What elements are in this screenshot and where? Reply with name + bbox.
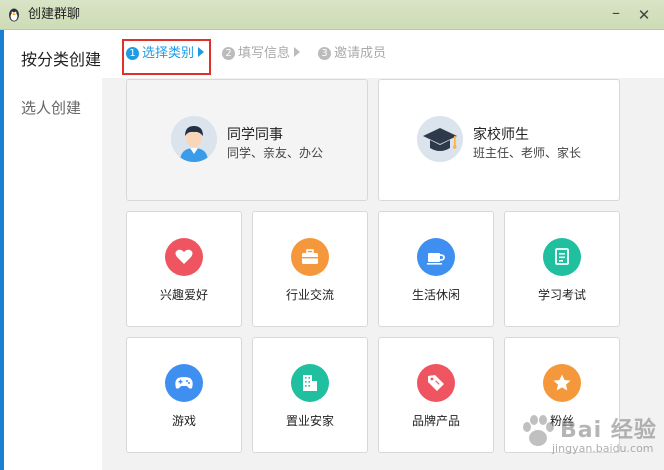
window-title: 创建群聊 bbox=[28, 7, 81, 22]
category-card-school[interactable]: 家校师生 班主任、老师、家长 bbox=[378, 79, 620, 201]
coffee-cup-icon bbox=[417, 238, 455, 276]
gamepad-icon bbox=[165, 364, 203, 402]
step-number: 3 bbox=[318, 47, 331, 60]
step-indicator: 1 选择类别 2 填写信息 3 邀请成员 bbox=[102, 30, 664, 78]
step-fill-info: 2 填写信息 bbox=[222, 46, 301, 62]
building-icon bbox=[291, 364, 329, 402]
category-card-hobbies[interactable]: 兴趣爱好 bbox=[126, 211, 242, 327]
category-card-games[interactable]: 游戏 bbox=[126, 337, 242, 453]
card-label: 兴趣爱好 bbox=[159, 288, 208, 302]
card-label: 品牌产品 bbox=[411, 414, 460, 428]
heart-icon bbox=[165, 238, 203, 276]
sidebar: 按分类创建 选人创建 bbox=[4, 30, 102, 470]
main-panel: 1 选择类别 2 填写信息 3 邀请成员 同学同事 同学、亲友、办公 家校师生 … bbox=[102, 30, 664, 470]
arrow-right-icon bbox=[294, 47, 301, 57]
category-card-leisure[interactable]: 生活休闲 bbox=[378, 211, 494, 327]
category-card-industry[interactable]: 行业交流 bbox=[252, 211, 368, 327]
step-label: 邀请成员 bbox=[334, 46, 387, 61]
minimize-button[interactable]: – bbox=[606, 3, 626, 24]
qq-penguin-icon bbox=[9, 8, 19, 22]
close-button[interactable]: ✕ bbox=[633, 6, 655, 24]
star-icon bbox=[543, 364, 581, 402]
highlight-box bbox=[122, 39, 211, 75]
card-label: 生活休闲 bbox=[411, 288, 460, 302]
student-avatar-icon bbox=[171, 116, 217, 162]
card-title: 家校师生 bbox=[473, 127, 529, 143]
card-label: 游戏 bbox=[171, 414, 196, 428]
card-subtitle: 同学、亲友、办公 bbox=[227, 146, 324, 160]
step-number: 2 bbox=[222, 47, 235, 60]
title-bar: 创建群聊 – ✕ bbox=[0, 0, 664, 30]
card-title: 同学同事 bbox=[227, 127, 283, 143]
card-label: 置业安家 bbox=[285, 414, 334, 428]
sidebar-item-by-category[interactable]: 按分类创建 bbox=[21, 46, 101, 70]
card-label: 行业交流 bbox=[285, 288, 334, 302]
step-label: 填写信息 bbox=[238, 46, 291, 61]
price-tag-icon bbox=[417, 364, 455, 402]
minimize-icon: – bbox=[612, 3, 620, 22]
category-card-brands[interactable]: 品牌产品 bbox=[378, 337, 494, 453]
step-invite-members: 3 邀请成员 bbox=[318, 46, 386, 62]
document-icon bbox=[543, 238, 581, 276]
card-label: 学习考试 bbox=[537, 288, 586, 302]
close-icon: ✕ bbox=[637, 6, 651, 24]
graduation-cap-icon bbox=[417, 116, 463, 162]
card-subtitle: 班主任、老师、家长 bbox=[473, 146, 582, 160]
category-card-housing[interactable]: 置业安家 bbox=[252, 337, 368, 453]
category-card-fans[interactable]: 粉丝 bbox=[504, 337, 620, 453]
card-label: 粉丝 bbox=[549, 414, 574, 428]
briefcase-icon bbox=[291, 238, 329, 276]
category-card-classmates[interactable]: 同学同事 同学、亲友、办公 bbox=[126, 79, 368, 201]
sidebar-item-by-people[interactable]: 选人创建 bbox=[21, 97, 81, 118]
category-card-study[interactable]: 学习考试 bbox=[504, 211, 620, 327]
